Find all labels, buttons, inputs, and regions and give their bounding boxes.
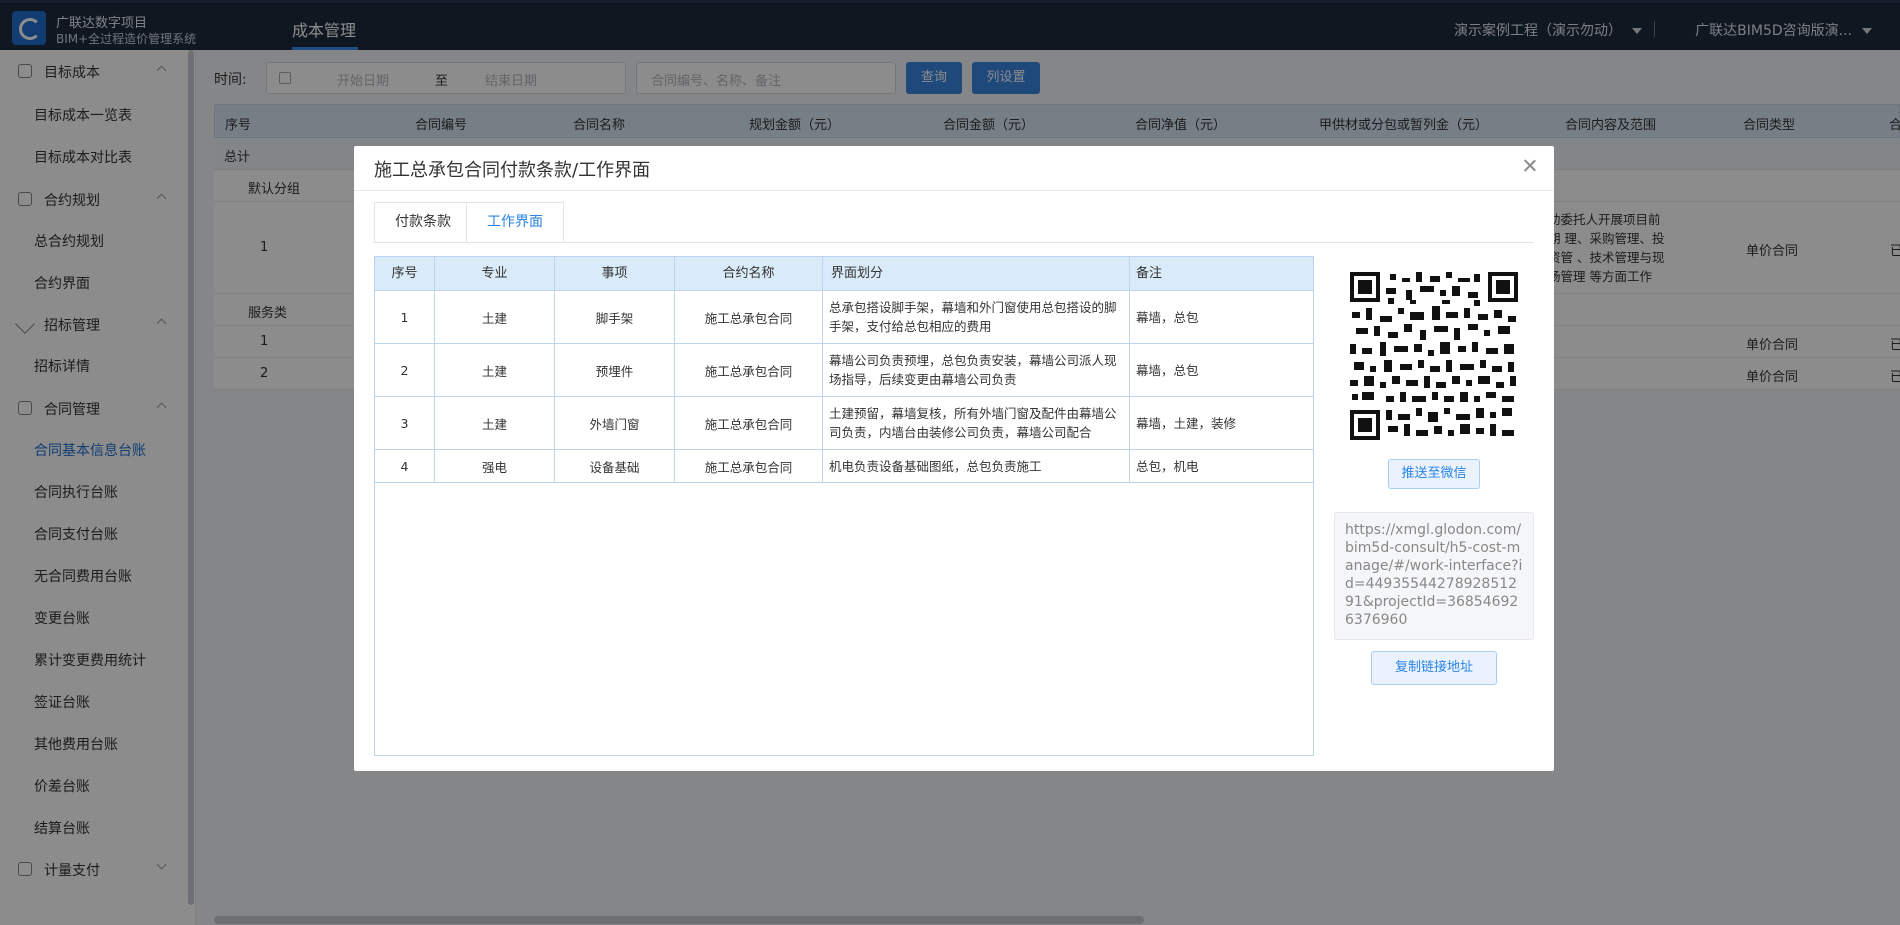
cell-division: 机电负责设备基础图纸，总包负责施工 xyxy=(823,450,1130,482)
cell-note: 幕墙，土建，装修 xyxy=(1136,415,1237,431)
col-header-no: 序号 xyxy=(375,257,435,291)
col-header-contract: 合约名称 xyxy=(675,257,823,291)
copy-link-button[interactable]: 复制链接地址 xyxy=(1371,651,1497,685)
tab-underline xyxy=(374,242,1534,243)
cell-division: 土建预留，幕墙复核，所有外墙门窗及配件由幕墙公司负责，内墙台由装修公司负责，幕墙… xyxy=(823,397,1130,449)
cell-division: 幕墙公司负责预埋，总包负责安装，幕墙公司派人现场指导，后续变更由幕墙公司负责 xyxy=(823,344,1130,396)
link-url-display: https://xmgl.glodon.com/bim5d-consult/h5… xyxy=(1334,512,1534,640)
cell-major: 强电 xyxy=(435,450,555,482)
table-row[interactable]: 1 土建 脚手架 施工总承包合同 总承包搭设脚手架，幕墙和外门窗使用总包搭设的脚… xyxy=(375,291,1313,344)
cell-no: 1 xyxy=(375,291,435,343)
cell-item: 预埋件 xyxy=(555,344,675,396)
cell-item: 脚手架 xyxy=(555,291,675,343)
cell-major: 土建 xyxy=(435,344,555,396)
cell-item: 设备基础 xyxy=(555,450,675,482)
cell-no: 4 xyxy=(375,450,435,482)
table-row[interactable]: 4 强电 设备基础 施工总承包合同 机电负责设备基础图纸，总包负责施工 总包，机… xyxy=(375,450,1313,483)
table-row[interactable]: 3 土建 外墙门窗 施工总承包合同 土建预留，幕墙复核，所有外墙门窗及配件由幕墙… xyxy=(375,397,1313,450)
cell-item: 外墙门窗 xyxy=(555,397,675,449)
col-header-major: 专业 xyxy=(435,257,555,291)
qr-code-icon xyxy=(1350,272,1518,440)
close-icon[interactable] xyxy=(1520,156,1540,176)
cell-contract: 施工总承包合同 xyxy=(675,450,823,482)
tab-payment-terms[interactable]: 付款条款 xyxy=(374,202,472,242)
dialog-divider xyxy=(354,190,1554,191)
work-interface-dialog: 施工总承包合同付款条款/工作界面 付款条款 工作界面 序号 专业 事项 合约名称… xyxy=(354,146,1554,771)
cell-contract: 施工总承包合同 xyxy=(675,291,823,343)
cell-note: 总包，机电 xyxy=(1136,458,1199,474)
col-header-division: 界面划分 xyxy=(823,257,1130,291)
table-row[interactable]: 2 土建 预埋件 施工总承包合同 幕墙公司负责预埋，总包负责安装，幕墙公司派人现… xyxy=(375,344,1313,397)
cell-major: 土建 xyxy=(435,291,555,343)
dialog-title: 施工总承包合同付款条款/工作界面 xyxy=(374,160,651,181)
cell-no: 3 xyxy=(375,397,435,449)
interface-table: 序号 专业 事项 合约名称 界面划分 备注 1 土建 脚手架 施工总承包合同 总… xyxy=(374,256,1314,756)
push-to-wechat-button[interactable]: 推送至微信 xyxy=(1388,459,1480,489)
cell-contract: 施工总承包合同 xyxy=(675,344,823,396)
cell-major: 土建 xyxy=(435,397,555,449)
cell-division: 总承包搭设脚手架，幕墙和外门窗使用总包搭设的脚手架，支付给总包相应的费用 xyxy=(823,291,1130,343)
tab-work-interface[interactable]: 工作界面 xyxy=(466,202,564,242)
cell-contract: 施工总承包合同 xyxy=(675,397,823,449)
cell-note: 幕墙，总包 xyxy=(1136,362,1199,378)
col-header-note: 备注 xyxy=(1136,266,1163,281)
cell-no: 2 xyxy=(375,344,435,396)
cell-note: 幕墙，总包 xyxy=(1136,309,1199,325)
col-header-item: 事项 xyxy=(555,257,675,291)
table-header: 序号 专业 事项 合约名称 界面划分 备注 xyxy=(375,257,1313,291)
